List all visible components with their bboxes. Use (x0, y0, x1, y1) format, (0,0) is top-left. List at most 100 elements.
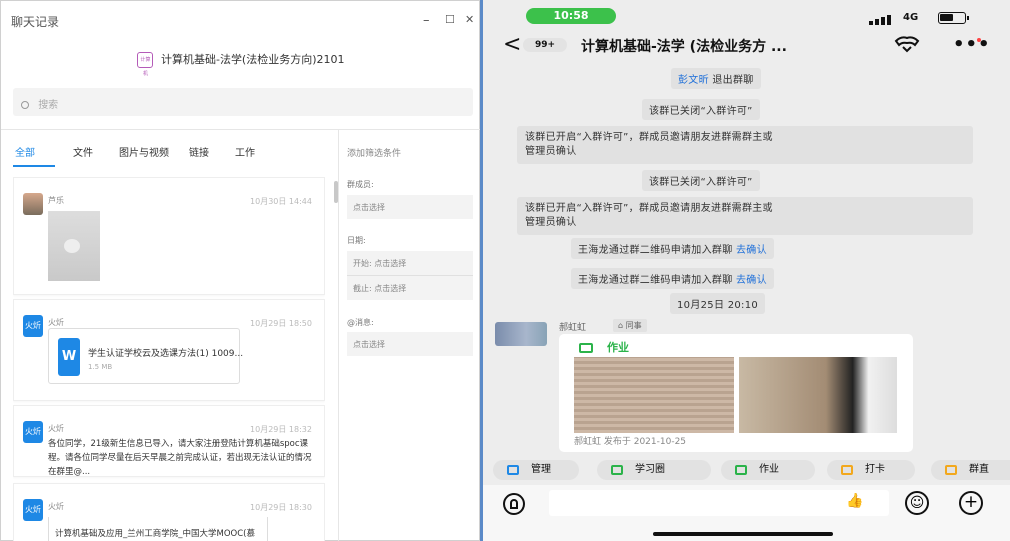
mention-name[interactable]: 彭文昕 (678, 75, 709, 86)
homework-button[interactable]: 作业 (721, 460, 815, 480)
homework-image[interactable] (574, 357, 734, 433)
system-message: 彭文昕 退出群聊 (671, 68, 761, 89)
link-preview[interactable]: 计算机基础及应用_兰州工商学院_中国大学MOOC(慕 (48, 517, 268, 541)
message-input[interactable] (549, 490, 889, 516)
system-message: 该群已开启“入群许可”，群成员邀请朋友进群需群主或 管理员确认 (517, 197, 973, 235)
sender-name: 火炘 (48, 318, 64, 327)
avatar[interactable] (495, 322, 547, 346)
back-arrow-icon[interactable]: < (503, 32, 521, 57)
date-divider: 10月25日 20:10 (670, 293, 766, 314)
person-icon: ⌂ (618, 321, 626, 330)
date-end-select[interactable]: 截止: 点击选择 (347, 276, 473, 300)
avatar: 火炘 (23, 421, 43, 443)
filter-panel: 添加筛选条件 群成员: 点击选择 日期: 开始: 点击选择 截止: 点击选择 @… (347, 141, 475, 541)
homework-card[interactable]: 作业 郝虹虹 发布于 2021-10-25 (559, 334, 913, 452)
check-in-button[interactable]: 打卡 (827, 460, 915, 480)
list-item[interactable]: 火炘 火炘 10月29日 18:50 W 学生认证学校云及选课方法(1) 100… (13, 299, 325, 401)
member-select[interactable]: 点击选择 (347, 195, 473, 219)
message-time: 10月29日 18:30 (250, 503, 312, 512)
message-text: 各位同学，21级新生信息已导入，请大家注册登陆计算机基础spoc课程。请各位同学… (48, 439, 312, 477)
chat-title[interactable]: 计算机基础-法学 (法检业务方 ... (581, 36, 787, 56)
notification-dot (977, 38, 981, 42)
at-message-select[interactable]: 点击选择 (347, 332, 473, 356)
filter-title: 添加筛选条件 (347, 149, 402, 159)
chat-history-window: 聊天记录 – ☐ ✕ 计算机 计算机基础-法学(法检业务方向)2101 搜索 全… (0, 0, 481, 541)
system-message: 王海龙通过群二维码申请加入群聊 去确认 (571, 268, 774, 289)
tab-all[interactable]: 全部 (15, 144, 35, 159)
battery-icon (938, 12, 969, 24)
emoji-icon[interactable]: ☺ (905, 491, 929, 515)
word-document-icon: W (58, 338, 80, 376)
sender-name: 火炘 (48, 424, 64, 433)
window-title: 聊天记录 (11, 15, 60, 29)
list-item[interactable]: 火炘 火炘 10月29日 18:32 各位同学，21级新生信息已导入，请大家注册… (13, 405, 325, 477)
mobile-chat: 10:58 4G < 99+ 计算机基础-法学 (法检业务方 ... ••• 彭… (483, 0, 1010, 541)
group-live-icon (945, 465, 957, 475)
search-placeholder: 搜索 (38, 100, 59, 111)
homework-label: 作业 (607, 341, 629, 354)
file-size: 1.5 MB (88, 363, 113, 371)
check-in-icon (841, 465, 853, 475)
network-type: 4G (903, 12, 919, 23)
confirm-link[interactable]: 去确认 (736, 245, 767, 256)
message-feed[interactable]: 芦乐 10月30日 14:44 火炘 火炘 10月29日 18:50 W 学生认… (13, 177, 325, 541)
header-divider (1, 129, 481, 130)
tab-links[interactable]: 链接 (189, 144, 209, 159)
group-name: 计算机基础-法学(法检业务方向)2101 (160, 53, 345, 66)
manage-icon (507, 465, 519, 475)
image-thumbnail[interactable] (48, 211, 100, 281)
more-options-icon[interactable]: ••• (953, 34, 991, 55)
confirm-link[interactable]: 去确认 (736, 275, 767, 286)
avatar (23, 193, 43, 215)
message-time: 10月30日 14:44 (250, 197, 312, 206)
signal-icon (869, 13, 899, 25)
list-item[interactable]: 芦乐 10月30日 14:44 (13, 177, 325, 295)
search-input[interactable]: 搜索 (13, 88, 473, 116)
sender-name: 芦乐 (48, 196, 64, 205)
file-attachment[interactable]: W 学生认证学校云及选课方法(1) 1009... 1.5 MB (48, 328, 244, 384)
member-label: 群成员: (347, 180, 374, 189)
plus-icon[interactable]: + (959, 491, 983, 515)
sender-name: 火炘 (48, 502, 64, 511)
at-message-label: @消息: (347, 318, 374, 327)
tab-files[interactable]: 文件 (73, 144, 93, 159)
homework-icon (579, 343, 593, 353)
date-start-select[interactable]: 开始: 点击选择 (347, 251, 473, 275)
filter-tabs: 全部 文件 图片与视频 链接 工作 (1, 141, 337, 167)
message-time: 10月29日 18:32 (250, 425, 312, 434)
active-tab-indicator (13, 165, 55, 167)
search-icon (21, 101, 29, 109)
group-header: 计算机 计算机基础-法学(法检业务方向)2101 (1, 51, 481, 77)
voice-input-icon[interactable] (503, 493, 525, 515)
group-live-button[interactable]: 群直 (931, 460, 1010, 480)
unread-count-badge[interactable]: 99+ (523, 38, 567, 52)
system-message: 该群已开启“入群许可”，群成员邀请朋友进群需群主或 管理员确认 (517, 126, 973, 164)
study-circle-icon (611, 465, 623, 475)
sender-tag: ⌂ 同事 (613, 319, 647, 332)
app-shortcut-bar: 管理 学习圈 作业 打卡 群直 (483, 460, 1010, 482)
voice-call-icon[interactable] (893, 35, 921, 53)
system-message: 王海龙通过群二维码申请加入群聊 去确认 (571, 238, 774, 259)
tab-work[interactable]: 工作 (235, 144, 255, 159)
status-time: 10:58 (526, 8, 616, 24)
list-item[interactable]: 火炘 火炘 10月29日 18:30 计算机基础及应用_兰州工商学院_中国大学M… (13, 483, 325, 541)
sender-name: 郝虹虹 (559, 323, 587, 333)
file-name: 学生认证学校云及选课方法(1) 1009... (88, 349, 244, 359)
manage-button[interactable]: 管理 (493, 460, 579, 480)
close-button[interactable]: ✕ (465, 13, 474, 26)
screenshot-root: 聊天记录 – ☐ ✕ 计算机 计算机基础-法学(法检业务方向)2101 搜索 全… (0, 0, 1010, 541)
avatar: 火炘 (23, 315, 43, 337)
homework-image[interactable] (739, 357, 897, 433)
avatar: 火炘 (23, 499, 43, 521)
date-label: 日期: (347, 236, 366, 245)
study-circle-button[interactable]: 学习圈 (597, 460, 711, 480)
thumbs-up-icon[interactable]: 👍 (846, 493, 863, 509)
tab-images-videos[interactable]: 图片与视频 (119, 144, 169, 159)
homework-icon (735, 465, 747, 475)
minimize-button[interactable]: – (423, 13, 430, 28)
panel-divider (338, 130, 339, 541)
title-bar: 聊天记录 – ☐ ✕ (1, 1, 481, 41)
system-message: 该群已关闭“入群许可” (642, 170, 760, 191)
system-message: 该群已关闭“入群许可” (642, 99, 760, 120)
maximize-button[interactable]: ☐ (445, 13, 455, 26)
